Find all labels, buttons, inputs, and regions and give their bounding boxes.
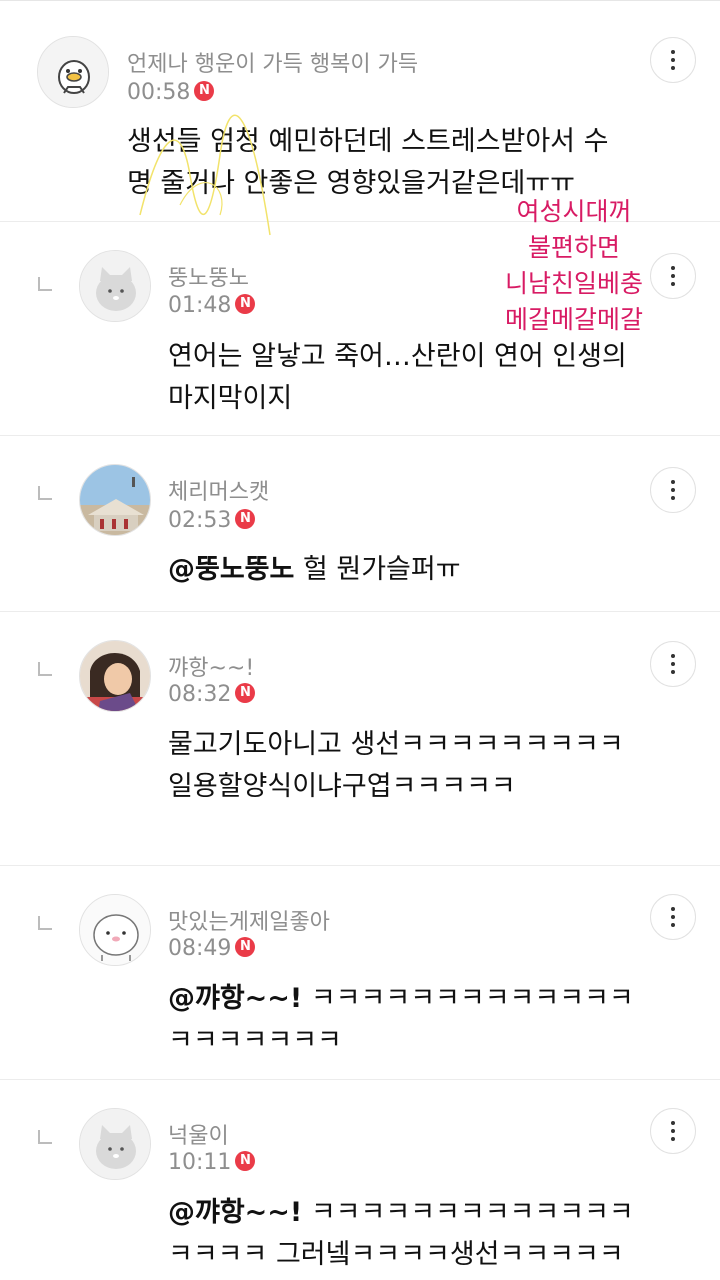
more-options-button[interactable] [650, 641, 696, 687]
comment-time-text: 08:32 [168, 682, 232, 707]
comment-time-text: 08:49 [168, 936, 232, 961]
comment-time-text: 02:53 [168, 508, 232, 533]
cat-avatar-icon [80, 1109, 150, 1179]
comment-time: 08:32 N [168, 682, 256, 707]
avatar[interactable] [79, 894, 151, 966]
annotation-line: 메갈메갈메갈 [504, 305, 643, 334]
new-badge: N [235, 1151, 256, 1171]
comment-text: 연어는 알낳고 죽어…산란이 연어 인생의 마지막이지 [168, 341, 627, 414]
annotation-line: 니남친일베충 [504, 269, 643, 298]
comment-time: 08:49 N [168, 936, 256, 961]
new-badge: N [235, 683, 256, 703]
person-photo-icon [80, 641, 150, 711]
more-options-button[interactable] [650, 1108, 696, 1154]
comment-time-text: 10:11 [168, 1150, 232, 1175]
reply-indent-icon [38, 662, 52, 676]
comment-text: 물고기도아니고 생선ㅋㅋㅋㅋㅋㅋㅋㅋㅋ일용할양식이냐구엽ㅋㅋㅋㅋㅋ [168, 729, 624, 802]
duck-avatar-icon [38, 37, 108, 107]
comment-author[interactable]: 넉울이 [168, 1118, 229, 1150]
comment-time: 01:48 N [168, 293, 256, 318]
avatar[interactable] [37, 36, 109, 108]
comment-author[interactable]: 맛있는게제일좋아 [168, 904, 330, 936]
pink-annotation: 여성시대꺼 불편하면 니남친일베충 메갈메갈메갈 [488, 194, 660, 338]
mention-link[interactable]: @꺄항~~! [168, 983, 302, 1014]
comment-time: 02:53 N [168, 508, 256, 533]
mention-link[interactable]: @뚱노뚱노 [168, 554, 294, 585]
comment-body: 헐 뭔가슬퍼ㅠ [294, 554, 461, 585]
comment-time: 10:11 N [168, 1150, 256, 1175]
comment-time-text: 01:48 [168, 293, 232, 318]
new-badge: N [235, 937, 256, 957]
more-options-button[interactable] [650, 37, 696, 83]
reply-indent-icon [38, 486, 52, 500]
reply-indent-icon [38, 1130, 52, 1144]
annotation-line: 불편하면 [527, 233, 620, 262]
comment-author[interactable]: 체리머스캣 [168, 474, 269, 506]
reply-indent-icon [38, 916, 52, 930]
comment-item: 체리머스캣 02:53 N @뚱노뚱노 헐 뭔가슬퍼ㅠ [0, 436, 720, 612]
more-options-button[interactable] [650, 894, 696, 940]
blob-avatar-icon [80, 895, 150, 965]
comment-author[interactable]: 뚱노뚱노 [168, 260, 249, 292]
building-photo-icon [80, 465, 150, 535]
comment-item: 꺄항~~! 08:32 N 물고기도아니고 생선ㅋㅋㅋㅋㅋㅋㅋㅋㅋ일용할양식이냐구… [0, 612, 720, 866]
comment-item: 언제나 행운이 가득 행복이 가득 00:58 N 생선들 엄청 예민하던데 스트… [0, 0, 720, 222]
mention-link[interactable]: @꺄항~~! [168, 1197, 302, 1228]
comment-text: @꺄항~~! ㅋㅋㅋㅋㅋㅋㅋㅋㅋㅋㅋㅋㅋㅋㅋㅋㅋ 그러넼ㅋㅋㅋㅋ생선ㅋㅋㅋㅋㅋ [168, 1192, 648, 1276]
cat-avatar-icon [80, 251, 150, 321]
reply-indent-icon [38, 277, 52, 291]
comment-author[interactable]: 언제나 행운이 가득 행복이 가득 [127, 46, 418, 78]
new-badge: N [235, 509, 256, 529]
avatar[interactable] [79, 250, 151, 322]
more-options-button[interactable] [650, 467, 696, 513]
annotation-line: 여성시대꺼 [516, 197, 632, 226]
comment-item: 맛있는게제일좋아 08:49 N @꺄항~~! ㅋㅋㅋㅋㅋㅋㅋㅋㅋㅋㅋㅋㅋㅋㅋㅋㅋ… [0, 866, 720, 1080]
comment-text: @꺄항~~! ㅋㅋㅋㅋㅋㅋㅋㅋㅋㅋㅋㅋㅋㅋㅋㅋㅋㅋㅋㅋ [168, 978, 648, 1062]
comment-author[interactable]: 꺄항~~! [168, 650, 254, 682]
avatar[interactable] [79, 464, 151, 536]
comment-item: 넉울이 10:11 N @꺄항~~! ㅋㅋㅋㅋㅋㅋㅋㅋㅋㅋㅋㅋㅋㅋㅋㅋㅋ 그러넼ㅋ… [0, 1080, 720, 1280]
avatar[interactable] [79, 1108, 151, 1180]
new-badge: N [235, 294, 256, 314]
comment-text: @뚱노뚱노 헐 뭔가슬퍼ㅠ [168, 549, 648, 591]
avatar[interactable] [79, 640, 151, 712]
